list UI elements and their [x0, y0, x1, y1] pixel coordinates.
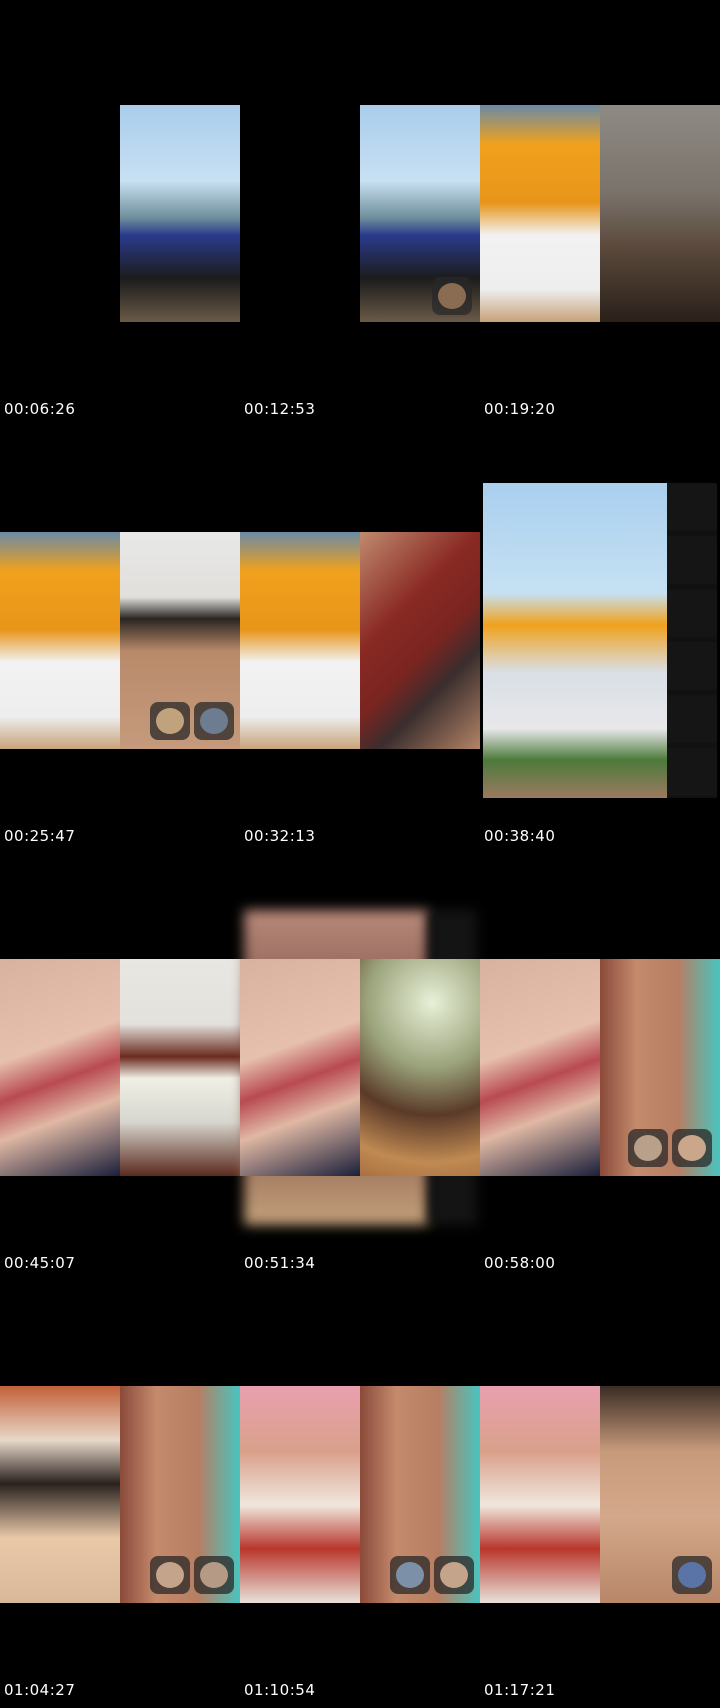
participant-avatar	[194, 1556, 234, 1594]
timestamp: 01:17:21	[484, 1681, 556, 1699]
video-frame	[240, 1386, 480, 1603]
woman-white-dress-flowers	[480, 105, 600, 322]
thumbnail-8[interactable]: 00:51:34	[240, 854, 480, 1281]
participant-avatar	[390, 1556, 430, 1594]
thumbnail-5[interactable]: 00:32:13	[240, 427, 480, 854]
timestamp: 00:32:13	[244, 827, 316, 845]
thumbnail-1[interactable]: 00:06:26	[0, 0, 240, 427]
person-back-striped-shirt	[0, 105, 120, 322]
video-frame	[0, 1386, 240, 1603]
thumbnail-12[interactable]: 01:17:21	[480, 1281, 720, 1708]
timestamp: 00:12:53	[244, 400, 316, 418]
timestamp: 01:04:27	[4, 1681, 76, 1699]
man-looking-down	[120, 532, 240, 749]
video-frame	[240, 105, 480, 322]
man-lying-down	[600, 105, 720, 322]
thumbnail-3[interactable]: 00:19:20	[480, 0, 720, 427]
woman-white-dress-flowers	[0, 532, 120, 749]
thumbnail-2[interactable]: 00:12:53	[240, 0, 480, 427]
woman-sunglasses-closeup	[240, 959, 360, 1176]
man-standing-railing	[120, 959, 240, 1176]
timestamp: 00:45:07	[4, 1254, 76, 1272]
participant-avatar	[628, 1129, 668, 1167]
timestamp: 00:51:34	[244, 1254, 316, 1272]
video-frame	[483, 483, 667, 798]
timestamp: 00:19:20	[484, 400, 556, 418]
video-frame	[0, 959, 240, 1176]
participant-avatar	[672, 1129, 712, 1167]
cat-figure-bokeh	[360, 959, 480, 1176]
video-frame	[240, 532, 480, 749]
man-on-motorcycle	[120, 105, 240, 322]
thumbnail-6[interactable]: 00:38:40	[480, 427, 720, 854]
participant-avatar	[194, 702, 234, 740]
participant-avatar	[150, 702, 190, 740]
thumbnail-9[interactable]: 00:58:00	[480, 854, 720, 1281]
video-frame	[480, 959, 720, 1176]
woman-teal-wall	[120, 1386, 240, 1603]
woman-teal-wall	[360, 1386, 480, 1603]
thumbnail-7[interactable]: 00:45:07	[0, 854, 240, 1281]
young-man-closeup	[600, 1386, 720, 1603]
video-frame	[0, 532, 240, 749]
participant-avatar	[150, 1556, 190, 1594]
woman-sunglasses-closeup	[0, 959, 120, 1176]
thumbnail-11[interactable]: 01:10:54	[240, 1281, 480, 1708]
participant-avatar	[672, 1556, 712, 1594]
participant-avatar	[434, 1556, 474, 1594]
woman-in-saree-outdoor	[0, 1386, 120, 1603]
timestamp: 00:25:47	[4, 827, 76, 845]
man-on-motorcycle	[360, 105, 480, 322]
woman-white-dress-flowers	[240, 532, 360, 749]
film-strip	[667, 483, 717, 798]
video-frame	[240, 959, 480, 1176]
participant-avatar	[432, 277, 472, 315]
timestamp: 00:38:40	[484, 827, 556, 845]
video-frame	[480, 105, 720, 322]
video-frame	[480, 1386, 720, 1603]
person-back-striped-shirt	[240, 105, 360, 322]
woman-in-garden	[483, 483, 667, 798]
woman-sunglasses-closeup	[480, 959, 600, 1176]
timestamp: 00:58:00	[484, 1254, 556, 1272]
two-men-selfie	[360, 532, 480, 749]
timestamp: 00:06:26	[4, 400, 76, 418]
woman-floral-saree-pink-wall	[240, 1386, 360, 1603]
thumbnail-10[interactable]: 01:04:27	[0, 1281, 240, 1708]
thumbnail-grid: 00:06:26 00:12:53 00:19:20 00:25:47 00:3…	[0, 0, 720, 1708]
woman-teal-wall	[600, 959, 720, 1176]
video-frame	[0, 105, 240, 322]
timestamp: 01:10:54	[244, 1681, 316, 1699]
thumbnail-4[interactable]: 00:25:47	[0, 427, 240, 854]
woman-floral-saree-pink-wall	[480, 1386, 600, 1603]
